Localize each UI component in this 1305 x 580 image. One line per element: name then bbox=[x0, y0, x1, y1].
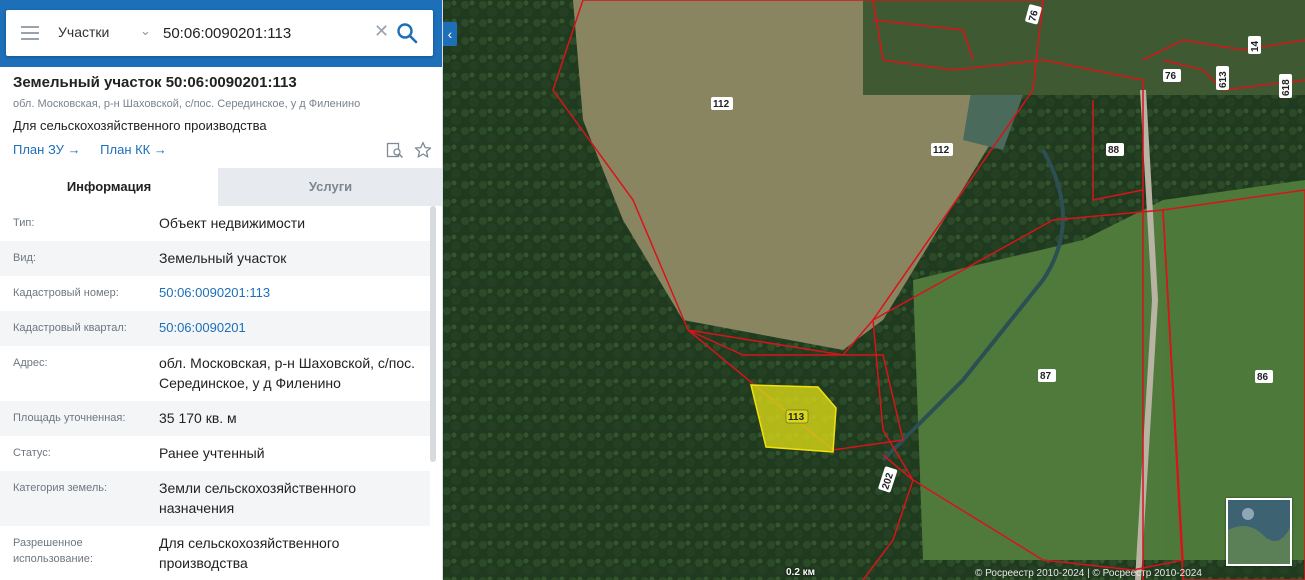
satellite-map[interactable]: 113 112 112 88 87 86 202 76 76 613 618 1… bbox=[443, 0, 1305, 580]
parcel-label[interactable]: 88 bbox=[1108, 145, 1120, 156]
info-panel: Участки ⌄ ✕ Земельный участок 50:06:0090… bbox=[0, 0, 443, 580]
map-scale: 0.2 км bbox=[786, 567, 816, 578]
chevron-down-icon[interactable]: ⌄ bbox=[140, 23, 151, 39]
village-area bbox=[863, 0, 1305, 95]
tab-information[interactable]: Информация bbox=[0, 168, 218, 206]
search-scope-select[interactable]: Участки bbox=[58, 24, 109, 40]
object-purpose: Для сельскохозяйственного производства bbox=[13, 118, 267, 133]
parcel-label-group: 613 bbox=[1216, 66, 1229, 90]
info-row-status: Статус: Ранее учтенный bbox=[0, 436, 430, 471]
info-label: Статус: bbox=[13, 447, 51, 459]
layers-minimap-button[interactable] bbox=[1226, 498, 1292, 566]
parcel-label-group: 618 bbox=[1279, 74, 1292, 98]
search-input[interactable] bbox=[163, 22, 371, 44]
search-icon[interactable] bbox=[396, 22, 418, 44]
info-value: Земли сельскохозяйственного назначения bbox=[159, 480, 357, 516]
info-row-address: Адрес: обл. Московская, р-н Шаховской, с… bbox=[0, 346, 430, 401]
parcel-label[interactable]: 112 bbox=[933, 145, 950, 156]
info-value: 35 170 кв. м bbox=[159, 410, 237, 426]
info-label: Категория земель: bbox=[13, 482, 108, 494]
parcel-label[interactable]: 613 bbox=[1218, 71, 1229, 88]
tab-services[interactable]: Услуги bbox=[218, 168, 442, 206]
map-view[interactable]: 113 112 112 88 87 86 202 76 76 613 618 1… bbox=[443, 0, 1305, 580]
info-value: Земельный участок bbox=[159, 250, 287, 266]
parcel-label[interactable]: 87 bbox=[1040, 371, 1052, 382]
object-tools bbox=[380, 141, 432, 159]
header-bar: Участки ⌄ ✕ bbox=[0, 0, 442, 67]
favorite-star-icon[interactable] bbox=[414, 141, 432, 159]
parcel-label[interactable]: 86 bbox=[1257, 372, 1269, 383]
parcel-label-group: 14 bbox=[1248, 36, 1261, 54]
parcel-label[interactable]: 76 bbox=[1165, 71, 1177, 82]
menu-icon[interactable] bbox=[21, 26, 39, 40]
cadastral-quarter-link[interactable]: 50:06:0090201 bbox=[159, 318, 419, 338]
parcel-label[interactable]: 618 bbox=[1281, 79, 1292, 96]
info-value: Для сельскохозяйственного производства bbox=[159, 535, 340, 571]
info-row-cadastral-quarter: Кадастровый квартал: 50:06:0090201 bbox=[0, 311, 430, 346]
info-label: Кадастровый квартал: bbox=[13, 322, 127, 334]
info-row-cadastral-number: Кадастровый номер: 50:06:0090201:113 bbox=[0, 276, 430, 311]
selected-parcel-label: 113 bbox=[788, 412, 805, 423]
cadastral-number-link[interactable]: 50:06:0090201:113 bbox=[159, 283, 419, 303]
info-label: Разрешенное использование: bbox=[13, 537, 93, 565]
parcel-label[interactable]: 14 bbox=[1250, 40, 1261, 52]
plan-links: План ЗУ → План КК → bbox=[13, 142, 183, 157]
tab-bar: Информация Услуги bbox=[0, 168, 442, 206]
zoom-to-object-icon[interactable] bbox=[386, 141, 404, 159]
info-label: Тип: bbox=[13, 217, 35, 229]
plan-zu-link[interactable]: План ЗУ → bbox=[13, 142, 81, 157]
search-bar: Участки ⌄ ✕ bbox=[6, 10, 433, 56]
info-label: Кадастровый номер: bbox=[13, 287, 119, 299]
info-label: Вид: bbox=[13, 252, 36, 264]
object-address: обл. Московская, р-н Шаховской, с/пос. С… bbox=[13, 98, 361, 110]
plan-kk-link[interactable]: План КК → bbox=[100, 142, 167, 157]
info-row-permitted-use: Разрешенное использование: Для сельскохо… bbox=[0, 526, 430, 580]
info-row-kind: Вид: Земельный участок bbox=[0, 241, 430, 276]
info-row-type: Тип: Объект недвижимости bbox=[0, 206, 430, 241]
info-row-area: Площадь уточненная: 35 170 кв. м bbox=[0, 401, 430, 436]
info-row-land-category: Категория земель: Земли сельскохозяйстве… bbox=[0, 471, 430, 526]
clear-icon[interactable]: ✕ bbox=[374, 21, 389, 42]
info-value: Ранее учтенный bbox=[159, 445, 265, 461]
info-value: Объект недвижимости bbox=[159, 215, 306, 231]
info-label: Площадь уточненная: bbox=[13, 412, 126, 424]
info-value: обл. Московская, р-н Шаховской, с/пос. С… bbox=[159, 355, 416, 391]
parcel-label[interactable]: 112 bbox=[713, 99, 730, 110]
collapse-panel-button[interactable]: ‹ bbox=[443, 22, 457, 46]
object-title: Земельный участок 50:06:0090201:113 bbox=[13, 74, 297, 91]
panel-scrollbar[interactable] bbox=[430, 206, 436, 462]
info-table: Тип: Объект недвижимости Вид: Земельный … bbox=[0, 206, 430, 580]
map-copyright: © Росреестр 2010-2024 | © Росреестр 2010… bbox=[975, 568, 1202, 579]
info-label: Адрес: bbox=[13, 357, 48, 369]
